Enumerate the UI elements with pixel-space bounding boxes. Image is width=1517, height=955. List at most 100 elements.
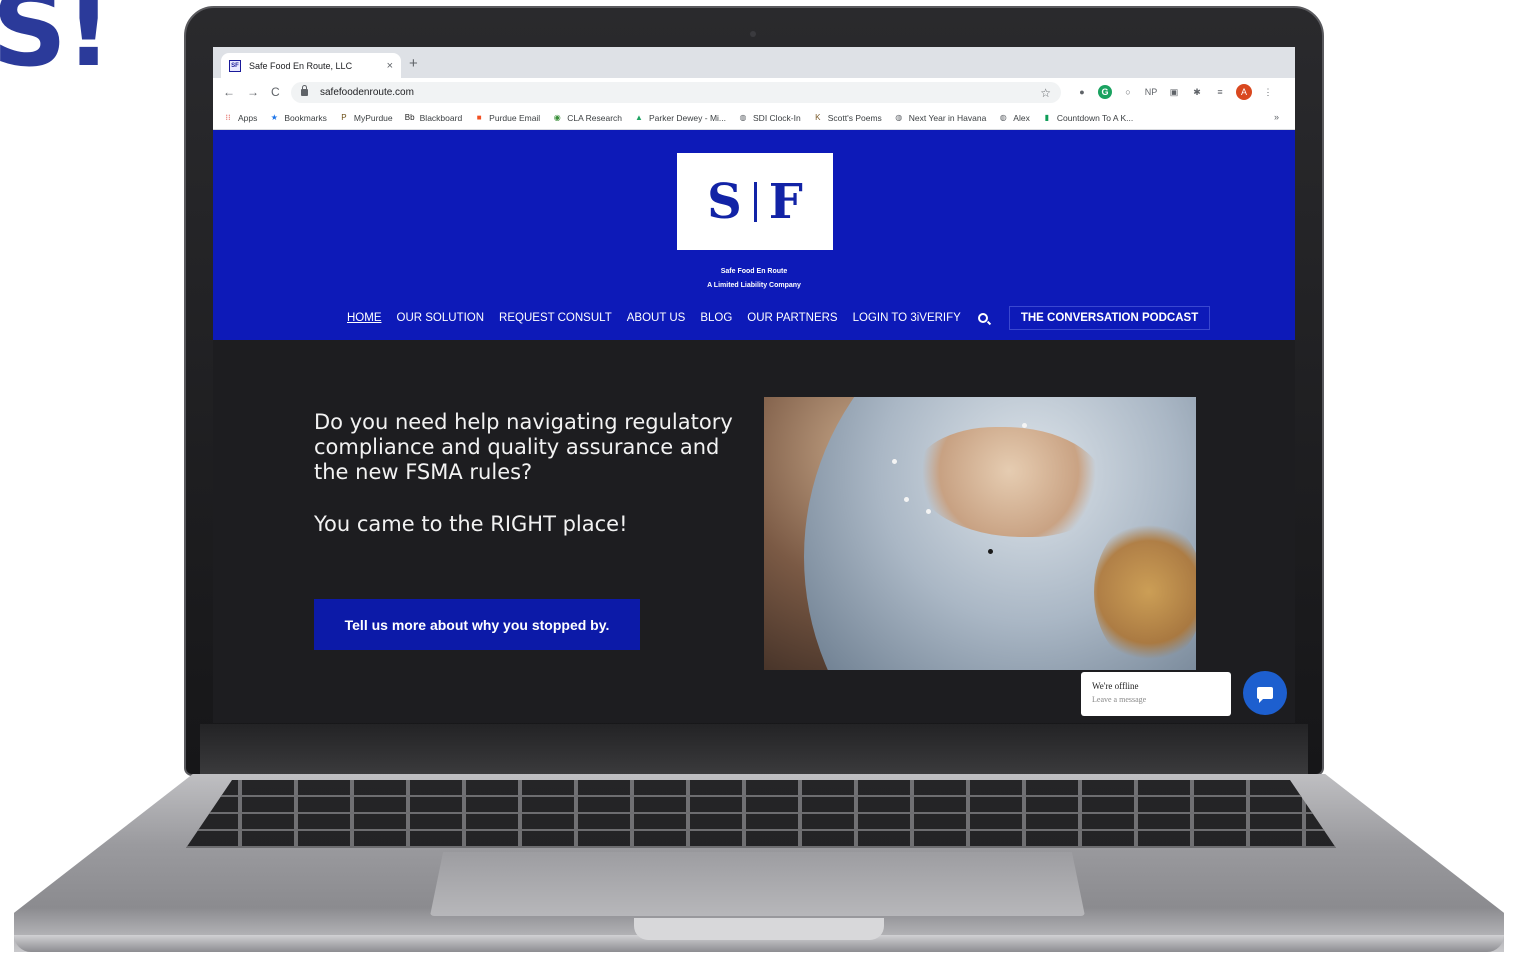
- chat-prompt: Leave a message: [1092, 695, 1147, 704]
- bookmark-item[interactable]: K Scott's Poems: [813, 113, 882, 123]
- cta-button[interactable]: Tell us more about why you stopped by.: [314, 599, 640, 650]
- bookmark-star-icon[interactable]: ☆: [1040, 86, 1051, 100]
- globe-icon: ◍: [895, 112, 903, 122]
- profile-avatar[interactable]: A: [1236, 84, 1252, 100]
- address-bar-row: ← → C safefoodenroute.com ☆ ● G ○ NP ▣ ✱…: [213, 78, 1295, 106]
- star-icon: ★: [270, 112, 278, 122]
- trackpad: [430, 852, 1085, 916]
- hero-section: Do you need help navigating regulatory c…: [213, 340, 1295, 723]
- bookmark-item[interactable]: ◍ SDI Clock-In: [738, 113, 801, 123]
- site-tagline: Safe Food En Route: [720, 268, 788, 275]
- bookmark-item[interactable]: P MyPurdue: [339, 112, 393, 123]
- omnibox[interactable]: safefoodenroute.com ☆: [291, 82, 1061, 103]
- nav-login-3iverify[interactable]: LOGIN TO 3iVERIFY: [853, 312, 961, 324]
- bookmark-item[interactable]: Bb Blackboard: [404, 112, 463, 123]
- laptop-screen: SF Safe Food En Route, LLC × + ← → C saf…: [213, 47, 1295, 723]
- bookmark-label: SDI Clock-In: [753, 112, 801, 123]
- map-pin: [988, 549, 993, 554]
- extensions-toolbar: ● G ○ NP ▣ ✱ ≡ A ⋮: [1075, 84, 1275, 100]
- bookmark-label: Bookmarks: [284, 112, 327, 123]
- bookmarks-bar: ⁝⁝ Apps ★ Bookmarks P MyPurdue Bb Blackboard ■ Pu…: [213, 106, 1295, 130]
- search-icon[interactable]: [977, 313, 988, 323]
- bookmark-label: Next Year in Havana: [908, 112, 987, 123]
- purdue-icon: P: [341, 112, 347, 122]
- url-text[interactable]: safefoodenroute.com: [320, 87, 1040, 98]
- tab-close-icon[interactable]: ×: [387, 60, 393, 72]
- map-pin: [1022, 423, 1027, 428]
- nav-our-solution[interactable]: OUR SOLUTION: [397, 312, 485, 324]
- chat-status: We're offline: [1092, 681, 1139, 691]
- bookmark-label: Blackboard: [419, 112, 463, 123]
- logo-letter-s: S: [707, 173, 742, 230]
- extension-icon[interactable]: NP: [1144, 85, 1158, 99]
- bookmark-item[interactable]: ◉ CLA Research: [552, 113, 622, 123]
- bookmark-label: MyPurdue: [353, 112, 393, 123]
- browser-tab-bar: SF Safe Food En Route, LLC × +: [213, 47, 1295, 78]
- logo-divider: [753, 181, 757, 222]
- favicon-icon: SF: [229, 59, 241, 72]
- map-pin: [926, 509, 931, 514]
- bookmark-label: Countdown To A K...: [1056, 112, 1134, 123]
- chat-launcher-button[interactable]: [1243, 671, 1287, 715]
- site-tagline-sub: A Limited Liability Company: [707, 282, 801, 289]
- logo-letter-f: F: [768, 173, 803, 230]
- bookmark-label: Alex: [1013, 112, 1030, 123]
- corner-fragment-text: S!: [0, 0, 112, 90]
- bookmark-item[interactable]: ◍ Alex: [998, 113, 1030, 123]
- tab-title: Safe Food En Route, LLC: [249, 60, 353, 71]
- nav-request-consult[interactable]: REQUEST CONSULT: [499, 312, 612, 324]
- map-pin: [904, 497, 909, 502]
- bookmark-item[interactable]: ⁝⁝ Apps: [223, 113, 257, 123]
- site-header: S F Safe Food En Route A Limited Liabili…: [213, 130, 1295, 340]
- extension-icon[interactable]: ○: [1121, 85, 1135, 99]
- globe-image: [764, 397, 1196, 670]
- extension-icon[interactable]: ▣: [1167, 85, 1181, 99]
- bookmark-item[interactable]: ◍ Next Year in Havana: [894, 112, 987, 123]
- bookmark-item[interactable]: ★ Bookmarks: [269, 113, 327, 123]
- bookmark-label: Purdue Email: [489, 112, 541, 123]
- new-tab-button[interactable]: +: [409, 56, 418, 71]
- laptop-bezel: [200, 724, 1308, 774]
- menu-icon[interactable]: ⋮: [1261, 85, 1275, 99]
- globe-icon: ◍: [739, 112, 747, 122]
- keyboard-rows: [186, 780, 1336, 848]
- bookmarks-overflow-button[interactable]: »: [1274, 112, 1279, 122]
- map-pin: [892, 459, 897, 464]
- reload-button[interactable]: C: [271, 85, 280, 99]
- bookmark-label: Parker Dewey - Mi...: [649, 112, 727, 123]
- reading-list-icon[interactable]: ≡: [1213, 85, 1227, 99]
- microsoft-icon: ■: [476, 112, 482, 122]
- hero-headline: Do you need help navigating regulatory c…: [314, 410, 733, 484]
- grammarly-icon[interactable]: G: [1098, 85, 1112, 99]
- apps-grid-icon: ⁝⁝: [225, 112, 231, 122]
- back-button[interactable]: ←: [223, 85, 235, 99]
- globe-landmass: [1094, 517, 1196, 667]
- bookmark-item[interactable]: ■ Purdue Email: [474, 113, 540, 123]
- drive-icon: ▲: [635, 112, 643, 122]
- puzzle-icon[interactable]: ✱: [1190, 85, 1204, 99]
- webcam: [750, 31, 756, 37]
- extension-icon[interactable]: ●: [1075, 85, 1089, 99]
- podcast-button[interactable]: THE CONVERSATION PODCAST: [1008, 306, 1211, 330]
- cla-icon: ◉: [553, 112, 561, 122]
- bookmark-item[interactable]: ▲ Parker Dewey - Mi...: [634, 113, 726, 123]
- forward-button[interactable]: →: [247, 85, 259, 99]
- bookmark-label: Apps: [238, 112, 258, 123]
- nav-blog[interactable]: BLOG: [700, 312, 732, 324]
- globe-icon: ◍: [999, 112, 1007, 122]
- nav-home[interactable]: HOME: [347, 312, 382, 324]
- chat-offline-bubble[interactable]: We're offline Leave a message: [1081, 672, 1231, 716]
- main-nav: HOME OUR SOLUTION REQUEST CONSULT ABOUT …: [347, 306, 1211, 330]
- hero-subheadline: You came to the RIGHT place!: [314, 512, 628, 536]
- nav-our-partners[interactable]: OUR PARTNERS: [747, 312, 837, 324]
- blackboard-icon: Bb: [404, 112, 415, 122]
- bookmark-label: CLA Research: [567, 112, 623, 123]
- browser-tab[interactable]: SF Safe Food En Route, LLC ×: [221, 53, 401, 78]
- sheet-icon: ▮: [1044, 112, 1050, 122]
- laptop-notch: [634, 918, 884, 940]
- site-logo[interactable]: S F: [677, 153, 833, 250]
- document-icon: K: [815, 112, 821, 122]
- bookmark-item[interactable]: ▮ Countdown To A K...: [1042, 112, 1134, 123]
- chat-icon: [1257, 687, 1273, 703]
- nav-about-us[interactable]: ABOUT US: [627, 312, 686, 324]
